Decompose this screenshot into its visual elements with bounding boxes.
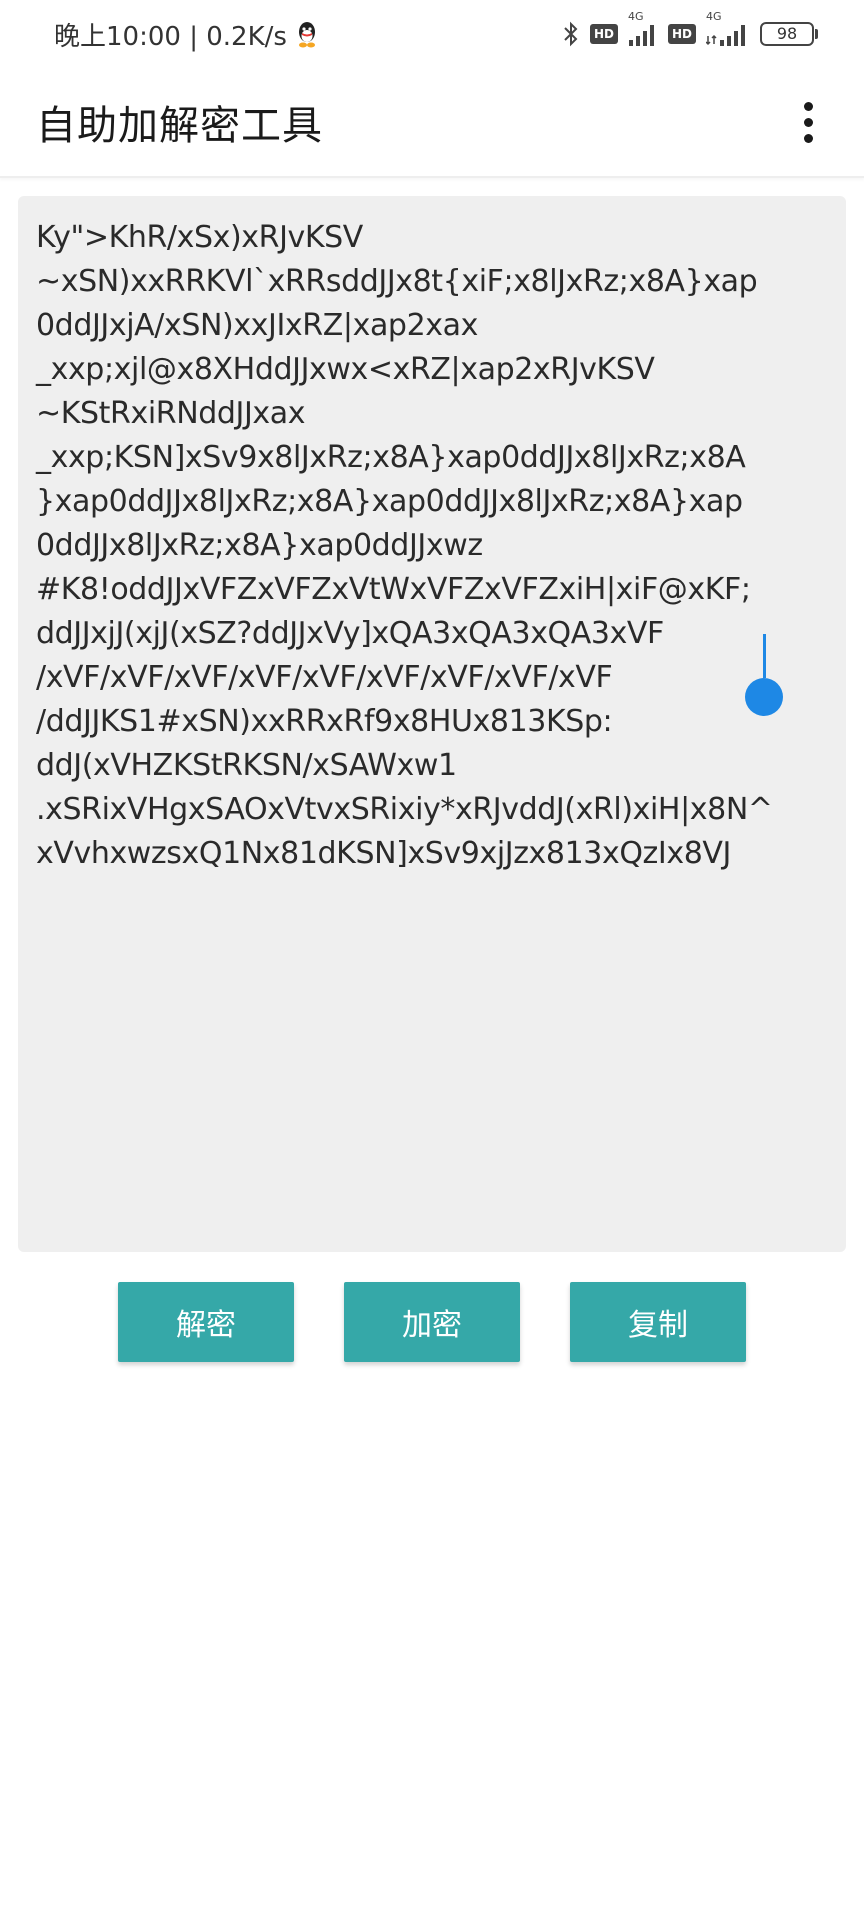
signal-1: 4G [628, 10, 658, 46]
hd-badge-1: HD [589, 24, 618, 44]
app-bar: 自助加解密工具 [0, 68, 864, 178]
copy-button[interactable]: 复制 [570, 1282, 746, 1362]
status-bar: 晚上10:00 | 0.2K/s HD 4G HD 4G 98 [0, 0, 864, 68]
status-left: 晚上10:00 | 0.2K/s [54, 16, 319, 53]
more-vert-icon [803, 101, 813, 111]
more-options-button[interactable] [788, 92, 828, 152]
caret-handle[interactable] [745, 678, 783, 716]
app-title: 自助加解密工具 [36, 103, 323, 149]
text-editor[interactable]: Ky">KhR/xSx)xRJvKSV ~xSN)xxRRKVl`xRRsddJ… [18, 196, 846, 1252]
text-caret [763, 634, 766, 678]
decrypt-button[interactable]: 解密 [118, 1282, 294, 1362]
status-time-speed: 晚上10:00 | 0.2K/s [54, 21, 287, 52]
status-right: HD 4G HD 4G 98 [562, 10, 818, 48]
signal-icon [628, 25, 654, 46]
hd-badge-2: HD [667, 24, 696, 44]
signal-icon [706, 25, 745, 46]
encrypt-button[interactable]: 加密 [344, 1282, 520, 1362]
net-label-1: 4G [627, 10, 644, 23]
editor-text[interactable]: Ky">KhR/xSx)xRJvKSV ~xSN)xxRRKVl`xRRsddJ… [36, 216, 828, 876]
battery-icon: 98 [760, 22, 818, 46]
net-label-2: 4G [706, 10, 722, 23]
qq-icon [298, 22, 315, 48]
signal-2: 4G [706, 10, 750, 46]
battery-level: 98 [763, 25, 811, 43]
action-buttons: 解密 加密 复制 [0, 1282, 864, 1362]
bluetooth-icon [564, 21, 578, 47]
